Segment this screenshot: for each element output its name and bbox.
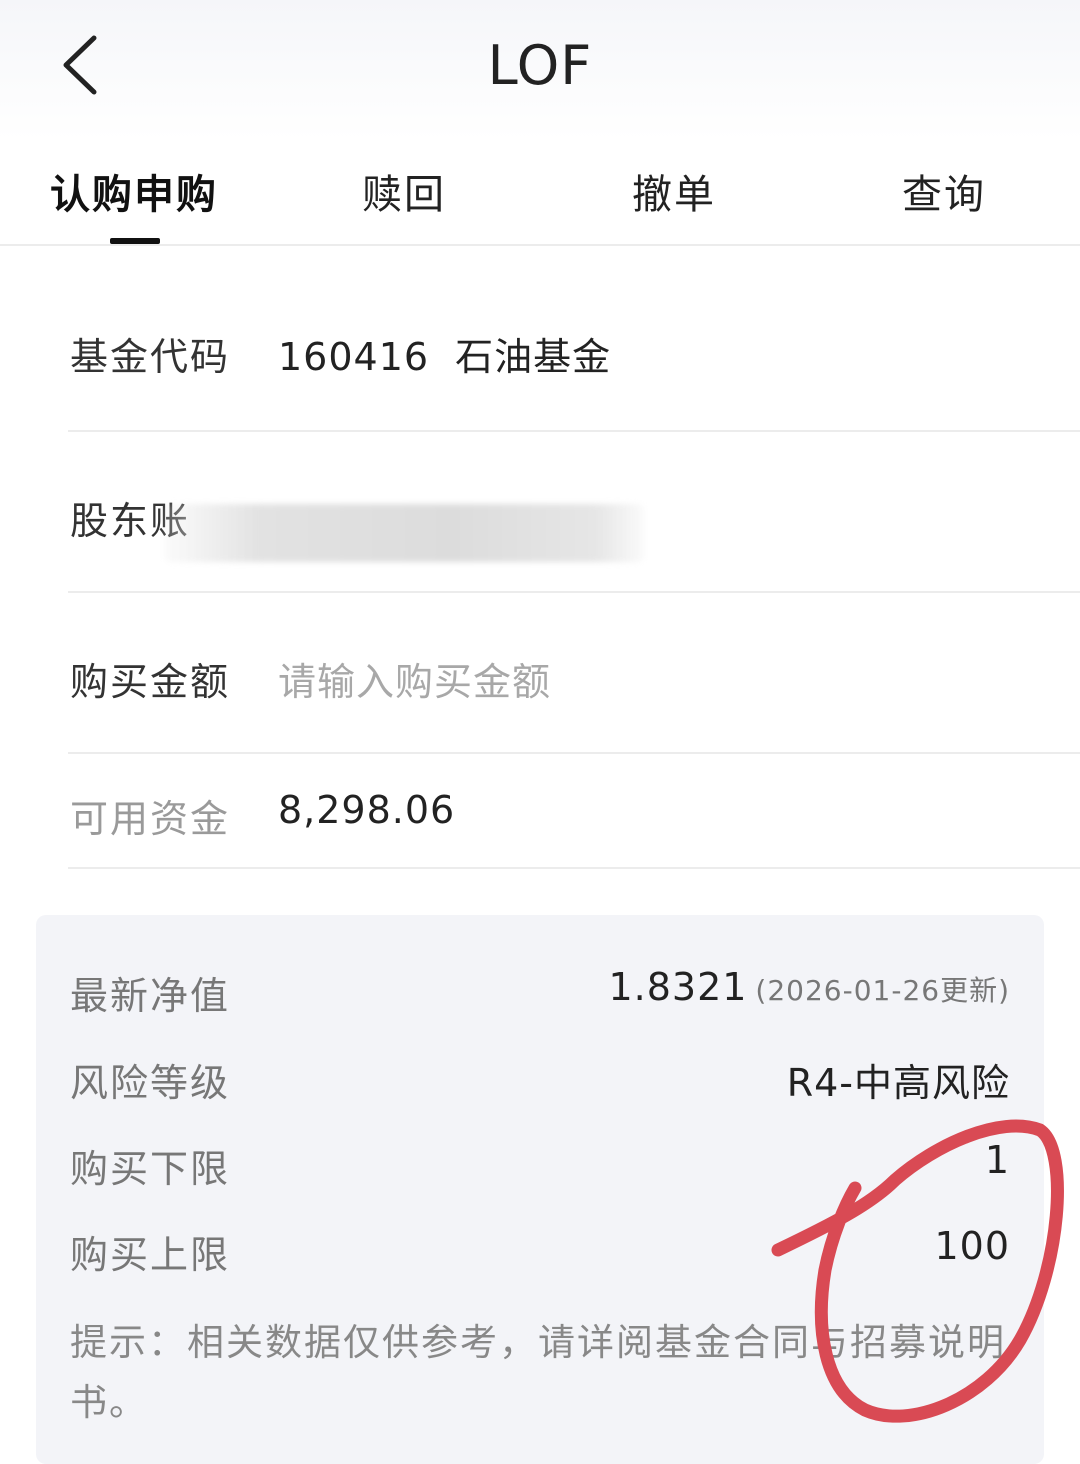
nav-update-note: (2026-01-26更新) bbox=[755, 974, 1010, 1007]
header: LOF bbox=[0, 0, 1080, 140]
risk-level-row: 风险等级 R4-中高风险 bbox=[70, 1052, 1010, 1112]
shareholder-account-row[interactable]: 股东账 bbox=[68, 432, 1080, 593]
fund-code-label: 基金代码 bbox=[70, 335, 231, 379]
tab-bar: 认购申购 赎回 撤单 查询 bbox=[0, 140, 1080, 246]
disclaimer-tip: 提示：相关数据仅供参考，请详阅基金合同与招募说明书。 bbox=[70, 1321, 1006, 1424]
page-title: LOF bbox=[487, 34, 593, 97]
fund-name: 石油基金 bbox=[455, 335, 612, 379]
nav-value: 1.8321 (2026-01-26更新) bbox=[608, 965, 1010, 1009]
fund-info-card: 最新净值 1.8321 (2026-01-26更新) 风险等级 R4-中高风险 购… bbox=[36, 915, 1044, 1464]
purchase-max-label: 购买上限 bbox=[70, 1233, 231, 1277]
risk-level-value: R4-中高风险 bbox=[786, 1061, 1010, 1105]
fund-code-value: 160416 石油基金 bbox=[278, 326, 611, 381]
available-funds-value: 8,298.06 bbox=[278, 788, 456, 832]
purchase-min-label: 购买下限 bbox=[70, 1147, 231, 1191]
redacted-account-blur bbox=[164, 504, 644, 562]
fund-code-row[interactable]: 基金代码 160416 石油基金 bbox=[68, 270, 1080, 432]
nav-label: 最新净值 bbox=[70, 974, 231, 1018]
nav-row: 最新净值 1.8321 (2026-01-26更新) bbox=[70, 965, 1010, 1025]
risk-level-label: 风险等级 bbox=[70, 1061, 231, 1105]
purchase-amount-input[interactable]: 请输入购买金额 bbox=[278, 651, 551, 706]
lof-purchase-page: LOF 认购申购 赎回 撤单 查询 基金代码 160416 石油基金 股东账 购买… bbox=[0, 0, 1080, 1464]
purchase-max-value: 100 bbox=[934, 1224, 1010, 1268]
fund-code: 160416 bbox=[278, 335, 430, 379]
purchase-min-value: 1 bbox=[984, 1138, 1010, 1182]
tab-subscribe[interactable]: 认购申购 bbox=[50, 162, 218, 220]
tab-cancel-order[interactable]: 撤单 bbox=[632, 162, 716, 220]
tab-query[interactable]: 查询 bbox=[902, 162, 986, 220]
purchase-amount-label: 购买金额 bbox=[70, 660, 231, 704]
active-tab-indicator bbox=[110, 238, 160, 244]
tab-redeem[interactable]: 赎回 bbox=[362, 162, 446, 220]
nav-number: 1.8321 bbox=[608, 965, 748, 1009]
available-funds-row: 可用资金 8,298.06 bbox=[68, 754, 1080, 869]
purchase-amount-row[interactable]: 购买金额 请输入购买金额 bbox=[68, 593, 1080, 754]
purchase-min-row: 购买下限 1 bbox=[70, 1138, 1010, 1198]
purchase-max-row: 购买上限 100 bbox=[70, 1224, 1010, 1284]
available-funds-label: 可用资金 bbox=[70, 797, 231, 841]
